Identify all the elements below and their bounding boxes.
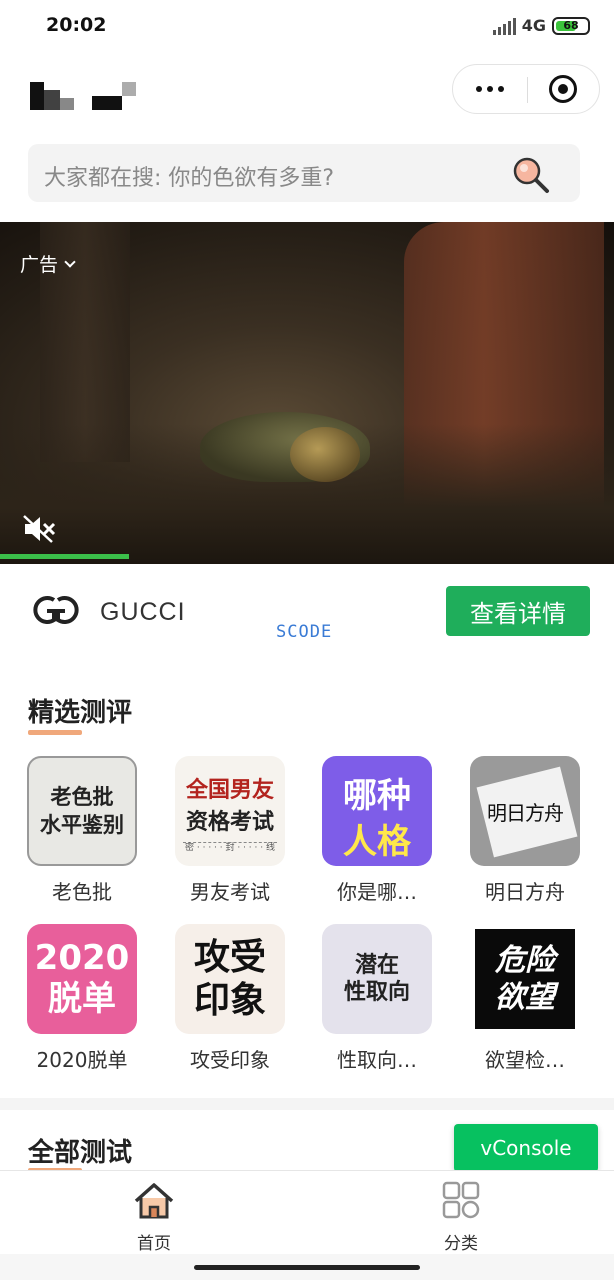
brand-name: GUCCI: [100, 598, 186, 626]
quiz-label: 你是哪…: [337, 880, 417, 904]
section-divider: [0, 1098, 614, 1110]
quiz-card-1[interactable]: 老色批 水平鉴别 老色批: [27, 756, 147, 905]
gucci-logo-icon: [33, 596, 79, 624]
quiz-thumbnail: 危险 欲望: [470, 924, 580, 1034]
quiz-label: 老色批: [52, 880, 112, 904]
vconsole-button[interactable]: vConsole: [454, 1124, 598, 1172]
quiz-thumbnail: 明日方舟: [470, 756, 580, 866]
more-options-button[interactable]: [453, 65, 527, 113]
search-bar[interactable]: 大家都在搜: 你的色欲有多重?: [28, 144, 580, 202]
battery-icon: 68: [552, 16, 590, 35]
status-bar: 20:02 4G 68: [0, 0, 614, 54]
featured-title-underline: [28, 730, 82, 735]
quiz-card-7[interactable]: 潜在 性取向 性取向…: [322, 924, 442, 1073]
ad-label[interactable]: 广告: [20, 250, 76, 277]
all-tests-section-title: 全部测试: [28, 1138, 133, 1168]
quiz-thumbnail: 2020 脱单: [27, 924, 137, 1034]
search-icon[interactable]: [512, 156, 550, 194]
quiz-label: 性取向…: [337, 1048, 417, 1072]
capsule-menu: [452, 64, 600, 114]
ad-video[interactable]: 广告: [0, 222, 614, 564]
mini-program-header: [0, 60, 614, 120]
quiz-thumbnail: 攻受 印象: [175, 924, 285, 1034]
category-icon: [442, 1181, 480, 1219]
quiz-card-6[interactable]: 攻受 印象 攻受印象: [175, 924, 295, 1073]
view-details-button[interactable]: 查看详情: [446, 586, 590, 636]
tab-category-label: 分类: [444, 1234, 478, 1254]
status-time: 20:02: [46, 14, 107, 36]
quiz-label: 2020脱单: [36, 1048, 128, 1072]
signal-icon: [492, 17, 516, 35]
featured-section-title: 精选测评: [28, 698, 133, 728]
home-icon: [134, 1183, 174, 1219]
quiz-label: 欲望检…: [485, 1048, 565, 1072]
quiz-thumbnail: 潜在 性取向: [322, 924, 432, 1034]
ad-label-text: 广告: [20, 254, 59, 276]
home-indicator[interactable]: [194, 1265, 420, 1270]
quiz-thumbnail: 全国男友 资格考试 密 · · · · · 封 · · · · · 线: [175, 756, 285, 866]
quiz-card-8[interactable]: 危险 欲望 欲望检…: [470, 924, 590, 1073]
quiz-card-2[interactable]: 全国男友 资格考试 密 · · · · · 封 · · · · · 线 男友考试: [175, 756, 295, 905]
battery-level: 68: [563, 19, 579, 32]
quiz-label: 明日方舟: [485, 880, 565, 904]
status-indicators: 4G 68: [492, 16, 590, 35]
capsule-divider: [527, 77, 528, 103]
quiz-thumbnail: 哪种 人格: [322, 756, 432, 866]
mute-icon[interactable]: [22, 514, 58, 544]
quiz-thumbnail: 老色批 水平鉴别: [27, 756, 137, 866]
quiz-card-4[interactable]: 明日方舟 明日方舟: [470, 756, 590, 905]
quiz-label: 攻受印象: [190, 1048, 270, 1072]
close-program-icon[interactable]: [549, 75, 577, 103]
bottom-tab-bar: 首页 分类: [0, 1170, 614, 1254]
chevron-down-icon: [64, 255, 76, 268]
tab-category[interactable]: 分类: [401, 1181, 521, 1254]
search-placeholder: 大家都在搜: 你的色欲有多重?: [44, 166, 335, 191]
tab-home-label: 首页: [137, 1234, 171, 1254]
quiz-label: 男友考试: [190, 880, 270, 904]
app-logo-pixelated: [30, 76, 140, 110]
ad-brand-row: GUCCI SCODE 查看详情: [0, 564, 614, 660]
quiz-card-3[interactable]: 哪种 人格 你是哪…: [322, 756, 442, 905]
network-type: 4G: [521, 16, 546, 35]
quiz-card-5[interactable]: 2020 脱单 2020脱单: [27, 924, 147, 1073]
more-dots-icon: [476, 86, 482, 92]
video-progress-bar: [0, 554, 129, 559]
watermark-text: SCODE: [276, 622, 333, 642]
tab-home[interactable]: 首页: [94, 1181, 214, 1254]
